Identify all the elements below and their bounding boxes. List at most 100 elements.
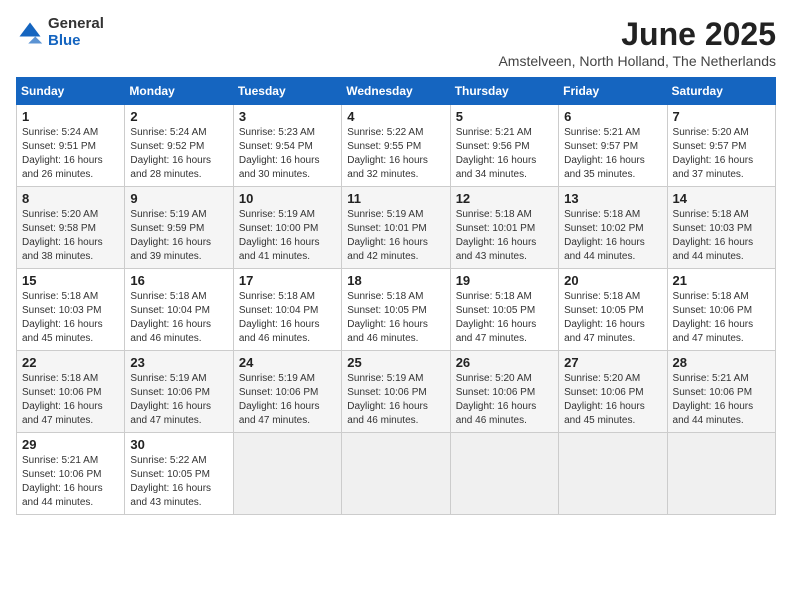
day-number: 16: [130, 273, 227, 288]
day-info: Sunrise: 5:18 AMSunset: 10:05 PMDaylight…: [456, 290, 553, 346]
calendar-cell: 28 Sunrise: 5:21 AMSunset: 10:06 PMDaylig…: [667, 351, 775, 433]
day-number: 18: [347, 273, 444, 288]
day-info: Sunrise: 5:18 AMSunset: 10:06 PMDaylight…: [673, 290, 770, 346]
calendar-week-row: 15Sunrise: 5:18 AMSunset: 10:03 PMDaylig…: [17, 269, 776, 351]
day-info: Sunrise: 5:24 AMSunset: 9:51 PMDaylight:…: [22, 126, 119, 182]
calendar-cell: 5 Sunrise: 5:21 AMSunset: 9:56 PMDaylight…: [450, 105, 558, 187]
calendar-cell: 7Sunrise: 5:20 AMSunset: 9:57 PMDaylight…: [667, 105, 775, 187]
day-info: Sunrise: 5:18 AMSunset: 10:05 PMDaylight…: [564, 290, 661, 346]
calendar: Sunday Monday Tuesday Wednesday Thursday…: [16, 77, 776, 515]
day-info: Sunrise: 5:20 AMSunset: 9:57 PMDaylight:…: [673, 126, 770, 182]
day-info: Sunrise: 5:21 AMSunset: 9:57 PMDaylight:…: [564, 126, 661, 182]
header: General Blue June 2025 Amstelveen, North…: [16, 16, 776, 69]
day-number: 10: [239, 191, 336, 206]
day-number: 21: [673, 273, 770, 288]
day-number: 26: [456, 355, 553, 370]
day-number: 5: [456, 109, 553, 124]
day-number: 25: [347, 355, 444, 370]
day-number: 3: [239, 109, 336, 124]
day-number: 24: [239, 355, 336, 370]
calendar-cell: 29 Sunrise: 5:21 AMSunset: 10:06 PMDaylig…: [17, 433, 125, 515]
day-info: Sunrise: 5:18 AMSunset: 10:03 PMDaylight…: [673, 208, 770, 264]
logo-blue: Blue: [48, 32, 81, 49]
calendar-week-row: 8 Sunrise: 5:20 AMSunset: 9:58 PMDaylight…: [17, 187, 776, 269]
day-info: Sunrise: 5:18 AMSunset: 10:01 PMDaylight…: [456, 208, 553, 264]
calendar-cell: 22 Sunrise: 5:18 AMSunset: 10:06 PMDaylig…: [17, 351, 125, 433]
day-number: 29: [22, 437, 119, 452]
day-number: 22: [22, 355, 119, 370]
calendar-cell: 10Sunrise: 5:19 AMSunset: 10:00 PMDaylig…: [233, 187, 341, 269]
day-number: 14: [673, 191, 770, 206]
day-number: 15: [22, 273, 119, 288]
calendar-cell: 30 Sunrise: 5:22 AMSunset: 10:05 PMDaylig…: [125, 433, 233, 515]
day-number: 8: [22, 191, 119, 206]
day-info: Sunrise: 5:18 AMSunset: 10:04 PMDaylight…: [239, 290, 336, 346]
subtitle: Amstelveen, North Holland, The Netherlan…: [498, 53, 776, 69]
calendar-cell: 19 Sunrise: 5:18 AMSunset: 10:05 PMDaylig…: [450, 269, 558, 351]
calendar-cell: 25Sunrise: 5:19 AMSunset: 10:06 PMDaylig…: [342, 351, 450, 433]
col-sunday: Sunday: [17, 78, 125, 105]
calendar-week-row: 22 Sunrise: 5:18 AMSunset: 10:06 PMDaylig…: [17, 351, 776, 433]
calendar-cell: 1 Sunrise: 5:24 AMSunset: 9:51 PMDaylight…: [17, 105, 125, 187]
day-info: Sunrise: 5:19 AMSunset: 9:59 PMDaylight:…: [130, 208, 227, 264]
calendar-cell: [342, 433, 450, 515]
day-info: Sunrise: 5:22 AMSunset: 10:05 PMDaylight…: [130, 454, 227, 510]
day-number: 4: [347, 109, 444, 124]
calendar-cell: 12 Sunrise: 5:18 AMSunset: 10:01 PMDaylig…: [450, 187, 558, 269]
col-thursday: Thursday: [450, 78, 558, 105]
day-info: Sunrise: 5:24 AMSunset: 9:52 PMDaylight:…: [130, 126, 227, 182]
calendar-cell: 18 Sunrise: 5:18 AMSunset: 10:05 PMDaylig…: [342, 269, 450, 351]
col-wednesday: Wednesday: [342, 78, 450, 105]
day-info: Sunrise: 5:19 AMSunset: 10:06 PMDaylight…: [130, 372, 227, 428]
calendar-cell: 4Sunrise: 5:22 AMSunset: 9:55 PMDaylight…: [342, 105, 450, 187]
day-number: 20: [564, 273, 661, 288]
calendar-cell: 2 Sunrise: 5:24 AMSunset: 9:52 PMDaylight…: [125, 105, 233, 187]
title-area: June 2025 Amstelveen, North Holland, The…: [498, 16, 776, 69]
day-number: 1: [22, 109, 119, 124]
day-number: 12: [456, 191, 553, 206]
calendar-header-row: Sunday Monday Tuesday Wednesday Thursday…: [17, 78, 776, 105]
day-info: Sunrise: 5:21 AMSunset: 9:56 PMDaylight:…: [456, 126, 553, 182]
day-info: Sunrise: 5:20 AMSunset: 10:06 PMDaylight…: [456, 372, 553, 428]
day-number: 13: [564, 191, 661, 206]
day-info: Sunrise: 5:20 AMSunset: 9:58 PMDaylight:…: [22, 208, 119, 264]
calendar-cell: [667, 433, 775, 515]
calendar-cell: 16 Sunrise: 5:18 AMSunset: 10:04 PMDaylig…: [125, 269, 233, 351]
calendar-cell: 11Sunrise: 5:19 AMSunset: 10:01 PMDaylig…: [342, 187, 450, 269]
day-info: Sunrise: 5:18 AMSunset: 10:06 PMDaylight…: [22, 372, 119, 428]
day-number: 19: [456, 273, 553, 288]
day-number: 17: [239, 273, 336, 288]
day-info: Sunrise: 5:18 AMSunset: 10:02 PMDaylight…: [564, 208, 661, 264]
calendar-cell: 26 Sunrise: 5:20 AMSunset: 10:06 PMDaylig…: [450, 351, 558, 433]
day-number: 28: [673, 355, 770, 370]
calendar-week-row: 1 Sunrise: 5:24 AMSunset: 9:51 PMDaylight…: [17, 105, 776, 187]
day-number: 30: [130, 437, 227, 452]
day-number: 2: [130, 109, 227, 124]
calendar-cell: 6 Sunrise: 5:21 AMSunset: 9:57 PMDaylight…: [559, 105, 667, 187]
col-monday: Monday: [125, 78, 233, 105]
calendar-cell: [450, 433, 558, 515]
calendar-cell: 20 Sunrise: 5:18 AMSunset: 10:05 PMDaylig…: [559, 269, 667, 351]
day-info: Sunrise: 5:23 AMSunset: 9:54 PMDaylight:…: [239, 126, 336, 182]
day-number: 11: [347, 191, 444, 206]
calendar-cell: [233, 433, 341, 515]
day-number: 23: [130, 355, 227, 370]
calendar-cell: 27Sunrise: 5:20 AMSunset: 10:06 PMDaylig…: [559, 351, 667, 433]
day-info: Sunrise: 5:18 AMSunset: 10:04 PMDaylight…: [130, 290, 227, 346]
logo: General Blue: [16, 16, 104, 49]
logo-icon: [16, 19, 44, 47]
day-number: 6: [564, 109, 661, 124]
calendar-cell: 14 Sunrise: 5:18 AMSunset: 10:03 PMDaylig…: [667, 187, 775, 269]
calendar-cell: 23 Sunrise: 5:19 AMSunset: 10:06 PMDaylig…: [125, 351, 233, 433]
day-info: Sunrise: 5:21 AMSunset: 10:06 PMDaylight…: [22, 454, 119, 510]
calendar-cell: 3 Sunrise: 5:23 AMSunset: 9:54 PMDaylight…: [233, 105, 341, 187]
calendar-cell: 8 Sunrise: 5:20 AMSunset: 9:58 PMDaylight…: [17, 187, 125, 269]
col-tuesday: Tuesday: [233, 78, 341, 105]
calendar-cell: 21 Sunrise: 5:18 AMSunset: 10:06 PMDaylig…: [667, 269, 775, 351]
col-friday: Friday: [559, 78, 667, 105]
calendar-cell: 13 Sunrise: 5:18 AMSunset: 10:02 PMDaylig…: [559, 187, 667, 269]
day-info: Sunrise: 5:18 AMSunset: 10:05 PMDaylight…: [347, 290, 444, 346]
calendar-cell: 17 Sunrise: 5:18 AMSunset: 10:04 PMDaylig…: [233, 269, 341, 351]
day-info: Sunrise: 5:21 AMSunset: 10:06 PMDaylight…: [673, 372, 770, 428]
day-info: Sunrise: 5:19 AMSunset: 10:06 PMDaylight…: [239, 372, 336, 428]
